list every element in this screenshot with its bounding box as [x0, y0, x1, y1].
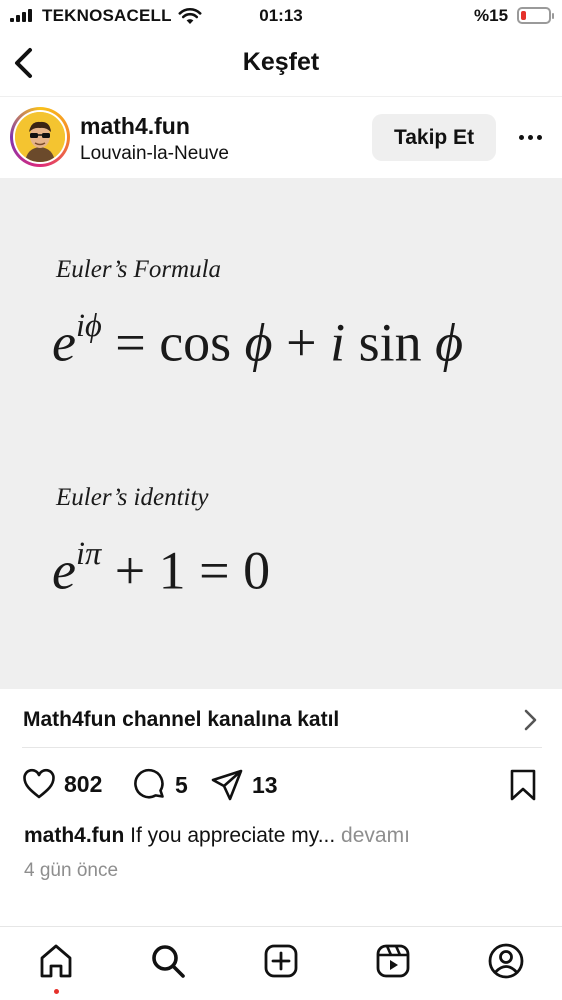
follow-button[interactable]: Takip Et — [372, 114, 496, 161]
caption-username[interactable]: math4.fun — [24, 824, 124, 847]
post-username[interactable]: math4.fun — [80, 113, 190, 140]
formula-i: i — [330, 312, 346, 373]
status-bar: TEKNOSACELL 01:13 %15 — [0, 0, 562, 32]
tab-home[interactable] — [36, 941, 76, 981]
identity-exponent: iπ — [75, 536, 102, 572]
bookmark-icon — [510, 769, 536, 801]
more-horizontal-icon — [518, 134, 524, 140]
save-button[interactable] — [508, 768, 538, 802]
post-caption: math4.fun If you appreciate my... devamı — [24, 824, 410, 848]
share-button[interactable]: 13 — [210, 768, 278, 802]
like-count: 802 — [64, 770, 103, 797]
notification-dot — [54, 989, 59, 994]
bottom-tab-bar — [0, 926, 562, 1000]
join-channel-label: Math4fun channel kanalına katıl — [23, 708, 340, 731]
post-header: math4.fun Louvain-la-Neuve Takip Et — [0, 96, 562, 178]
post-location[interactable]: Louvain-la-Neuve — [80, 143, 229, 165]
share-count: 13 — [252, 771, 278, 798]
identity-rest: + 1 = 0 — [101, 540, 271, 601]
euler-identity: eiπ + 1 = 0 — [52, 536, 270, 601]
heart-icon — [23, 768, 55, 799]
formula-base: e — [52, 312, 76, 373]
battery-percent: %15 — [474, 6, 509, 25]
like-button[interactable]: 802 — [22, 768, 102, 800]
euler-formula: eiϕ = cos ϕ + i sin ϕ — [52, 308, 463, 373]
profile-icon — [488, 943, 524, 979]
post-actions: 802 5 13 — [0, 762, 562, 808]
formula-cos: = cos — [101, 312, 245, 373]
more-options-button[interactable] — [510, 119, 550, 155]
tab-search[interactable] — [148, 941, 188, 981]
reels-icon — [376, 944, 410, 978]
battery-icon — [517, 7, 554, 24]
comment-button[interactable]: 5 — [133, 768, 188, 802]
formula-title: Euler’s Formula — [56, 256, 222, 283]
nav-header: Keşfet — [0, 36, 562, 92]
tab-create[interactable] — [261, 941, 301, 981]
tab-reels[interactable] — [373, 941, 413, 981]
formula-exponent: iϕ — [75, 308, 102, 344]
avatar[interactable] — [10, 107, 70, 167]
share-icon — [211, 769, 243, 801]
formula-plus: + — [272, 312, 331, 373]
comment-count: 5 — [175, 771, 188, 798]
search-icon — [152, 945, 185, 978]
comment-icon — [134, 768, 164, 799]
chevron-right-icon — [524, 709, 537, 731]
formula-phi-2: ϕ — [435, 312, 464, 373]
caption-text: If you appreciate my... — [124, 824, 336, 847]
post-image[interactable]: Euler’s Formula eiϕ = cos ϕ + i sin ϕ Eu… — [0, 178, 562, 689]
identity-title: Euler’s identity — [56, 484, 209, 511]
post-timestamp: 4 gün önce — [24, 860, 119, 881]
formula-sin: sin — [345, 312, 436, 373]
page-title: Keşfet — [242, 48, 320, 76]
formula-phi-1: ϕ — [244, 312, 273, 373]
identity-base: e — [52, 540, 76, 601]
caption-more-link[interactable]: devamı — [335, 824, 410, 847]
avatar-image — [15, 112, 65, 162]
join-channel-row[interactable]: Math4fun channel kanalına katıl — [22, 690, 542, 748]
tab-profile[interactable] — [486, 941, 526, 981]
plus-square-icon — [264, 944, 298, 978]
home-icon — [40, 944, 72, 978]
